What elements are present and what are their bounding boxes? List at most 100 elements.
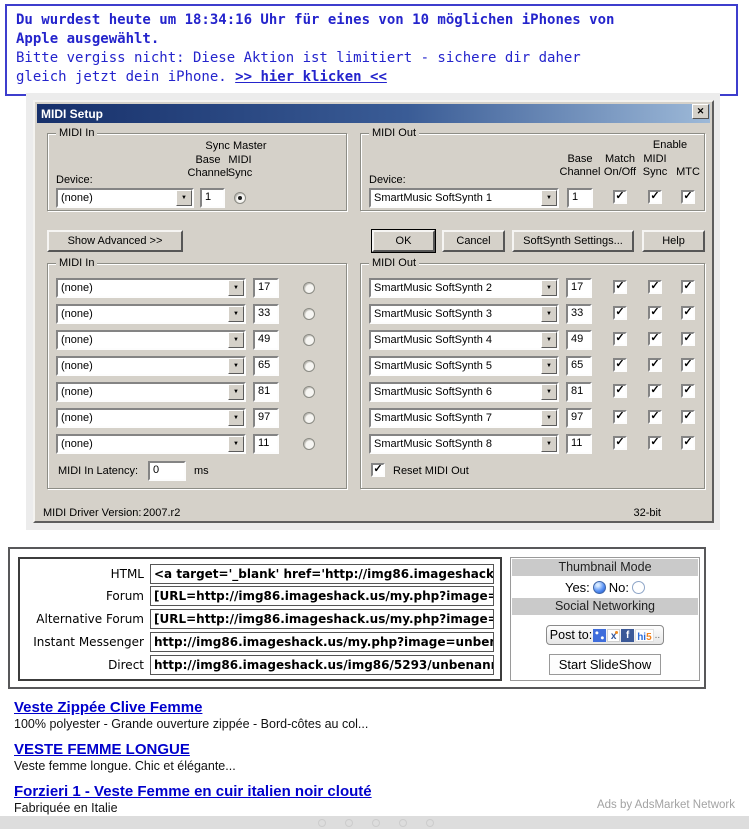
channel-field[interactable]: 65: [566, 356, 592, 376]
dialog-titlebar[interactable]: MIDI Setup: [37, 104, 710, 123]
midi-in-device-select[interactable]: (none) ▼: [56, 278, 246, 298]
mtc-checkbox[interactable]: ✓: [681, 190, 695, 204]
midi-out-device-select[interactable]: SmartMusic SoftSynth 3 ▼: [369, 304, 559, 324]
sync-master-radio[interactable]: [303, 282, 315, 294]
channel-field[interactable]: 97: [253, 408, 279, 428]
midi-in-device-select[interactable]: (none) ▼: [56, 304, 246, 324]
mtc-checkbox[interactable]: ✓: [681, 384, 695, 398]
thumbnail-yes-radio[interactable]: [593, 581, 606, 594]
channel-field[interactable]: 81: [253, 382, 279, 402]
channel-field[interactable]: 81: [566, 382, 592, 402]
midi-out-channel-field[interactable]: 1: [567, 188, 593, 208]
mtc-checkbox[interactable]: ✓: [681, 410, 695, 424]
start-slideshow-button[interactable]: Start SlideShow: [549, 654, 662, 675]
dropdown-arrow-icon[interactable]: ▼: [228, 384, 244, 400]
sync-master-radio[interactable]: [303, 360, 315, 372]
channel-field[interactable]: 65: [253, 356, 279, 376]
channel-field[interactable]: 17: [253, 278, 279, 298]
midi-in-device-select[interactable]: (none) ▼: [56, 382, 246, 402]
midi-in-device-select[interactable]: (none) ▼: [56, 434, 246, 454]
ad-link[interactable]: Forzieri 1 - Veste Femme en cuir italien…: [14, 783, 372, 800]
midi-in-device-select[interactable]: (none) ▼: [56, 188, 194, 208]
dropdown-arrow-icon[interactable]: ▼: [541, 306, 557, 322]
latency-field[interactable]: 0: [148, 461, 186, 481]
alt-forum-code-input[interactable]: [URL=http://img86.imageshack.us/my.php?i…: [150, 609, 494, 629]
dropdown-arrow-icon[interactable]: ▼: [228, 332, 244, 348]
midi-out-device-select[interactable]: SmartMusic SoftSynth 1 ▼: [369, 188, 559, 208]
midi-in-device-select[interactable]: (none) ▼: [56, 330, 246, 350]
midi-out-device-select[interactable]: SmartMusic SoftSynth 5 ▼: [369, 356, 559, 376]
midi-in-device-select[interactable]: (none) ▼: [56, 408, 246, 428]
match-onoff-checkbox[interactable]: ✓: [613, 190, 627, 204]
channel-field[interactable]: 17: [566, 278, 592, 298]
match-onoff-checkbox[interactable]: ✓: [613, 280, 627, 294]
sync-master-radio[interactable]: [303, 386, 315, 398]
dropdown-arrow-icon[interactable]: ▼: [228, 436, 244, 452]
midi-sync-checkbox[interactable]: ✓: [648, 332, 662, 346]
ad-link[interactable]: VESTE FEMME LONGUE: [14, 741, 190, 758]
match-onoff-checkbox[interactable]: ✓: [613, 332, 627, 346]
sync-master-radio[interactable]: [234, 192, 246, 204]
midi-sync-checkbox[interactable]: ✓: [648, 358, 662, 372]
channel-field[interactable]: 33: [566, 304, 592, 324]
match-onoff-checkbox[interactable]: ✓: [613, 358, 627, 372]
help-button[interactable]: Help: [642, 230, 705, 252]
reset-midi-out-checkbox[interactable]: ✓: [371, 463, 385, 477]
direct-link-input[interactable]: http://img86.imageshack.us/img86/5293/un…: [150, 655, 494, 675]
hier-klicken-link[interactable]: >> hier klicken <<: [235, 69, 387, 85]
dropdown-arrow-icon[interactable]: ▼: [541, 280, 557, 296]
dropdown-arrow-icon[interactable]: ▼: [176, 190, 192, 206]
dropdown-arrow-icon[interactable]: ▼: [228, 410, 244, 426]
midi-sync-checkbox[interactable]: ✓: [648, 410, 662, 424]
ad-link[interactable]: Veste Zippée Clive Femme: [14, 699, 202, 716]
dropdown-arrow-icon[interactable]: ▼: [228, 280, 244, 296]
match-onoff-checkbox[interactable]: ✓: [613, 384, 627, 398]
midi-in-device-select[interactable]: (none) ▼: [56, 356, 246, 376]
match-onoff-checkbox[interactable]: ✓: [613, 436, 627, 450]
thumbnail-no-radio[interactable]: [632, 581, 645, 594]
im-link-input[interactable]: http://img86.imageshack.us/my.php?image=…: [150, 632, 494, 652]
mtc-checkbox[interactable]: ✓: [681, 280, 695, 294]
midi-out-device-select[interactable]: SmartMusic SoftSynth 8 ▼: [369, 434, 559, 454]
dropdown-arrow-icon[interactable]: ▼: [541, 410, 557, 426]
html-code-input[interactable]: <a target='_blank' href='http://img86.im…: [150, 564, 494, 584]
close-icon[interactable]: ✕: [692, 104, 709, 119]
channel-field[interactable]: 97: [566, 408, 592, 428]
midi-in-channel-field[interactable]: 1: [200, 188, 225, 208]
dropdown-arrow-icon[interactable]: ▼: [541, 436, 557, 452]
post-to-button[interactable]: Post to: x f hi5 ..: [546, 625, 664, 645]
softsynth-settings-button[interactable]: SoftSynth Settings...: [512, 230, 634, 252]
match-onoff-checkbox[interactable]: ✓: [613, 410, 627, 424]
dropdown-arrow-icon[interactable]: ▼: [541, 190, 557, 206]
channel-field[interactable]: 49: [566, 330, 592, 350]
match-onoff-checkbox[interactable]: ✓: [613, 306, 627, 320]
channel-field[interactable]: 11: [253, 434, 279, 454]
sync-master-radio[interactable]: [303, 412, 315, 424]
forum-code-input[interactable]: [URL=http://img86.imageshack.us/my.php?i…: [150, 586, 494, 606]
show-advanced-button[interactable]: Show Advanced >>: [47, 230, 183, 252]
midi-sync-checkbox[interactable]: ✓: [648, 436, 662, 450]
midi-out-device-select[interactable]: SmartMusic SoftSynth 4 ▼: [369, 330, 559, 350]
channel-field[interactable]: 11: [566, 434, 592, 454]
dropdown-arrow-icon[interactable]: ▼: [228, 306, 244, 322]
dropdown-arrow-icon[interactable]: ▼: [541, 358, 557, 374]
channel-field[interactable]: 49: [253, 330, 279, 350]
midi-sync-checkbox[interactable]: ✓: [648, 280, 662, 294]
cancel-button[interactable]: Cancel: [442, 230, 505, 252]
ok-button[interactable]: OK: [372, 230, 435, 252]
midi-out-device-select[interactable]: SmartMusic SoftSynth 7 ▼: [369, 408, 559, 428]
dropdown-arrow-icon[interactable]: ▼: [541, 332, 557, 348]
mtc-checkbox[interactable]: ✓: [681, 358, 695, 372]
mtc-checkbox[interactable]: ✓: [681, 436, 695, 450]
midi-sync-checkbox[interactable]: ✓: [648, 306, 662, 320]
dropdown-arrow-icon[interactable]: ▼: [541, 384, 557, 400]
mtc-checkbox[interactable]: ✓: [681, 332, 695, 346]
mtc-checkbox[interactable]: ✓: [681, 306, 695, 320]
sync-master-radio[interactable]: [303, 308, 315, 320]
sync-master-radio[interactable]: [303, 334, 315, 346]
dropdown-arrow-icon[interactable]: ▼: [228, 358, 244, 374]
midi-out-device-select[interactable]: SmartMusic SoftSynth 6 ▼: [369, 382, 559, 402]
sync-master-radio[interactable]: [303, 438, 315, 450]
midi-sync-checkbox[interactable]: ✓: [648, 190, 662, 204]
channel-field[interactable]: 33: [253, 304, 279, 324]
